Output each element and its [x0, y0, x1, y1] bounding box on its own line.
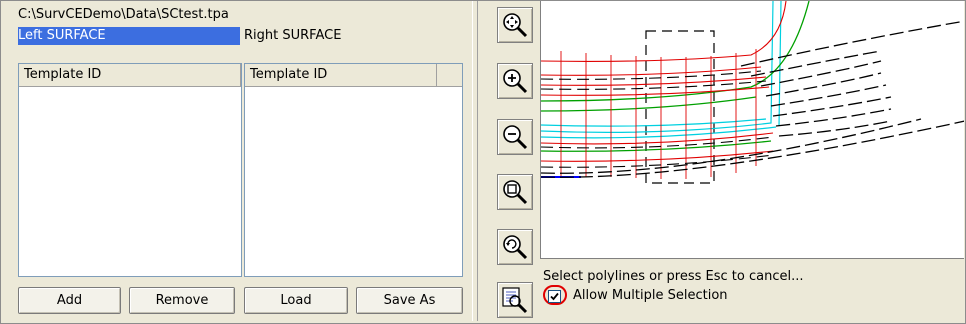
allow-multiple-label[interactable]: Allow Multiple Selection — [573, 288, 728, 303]
left-template-list[interactable]: Template ID — [18, 63, 242, 277]
left-surface-label[interactable]: Left SURFACE — [18, 27, 240, 45]
load-button[interactable]: Load — [244, 287, 348, 314]
polyline-drawing — [541, 1, 964, 184]
add-button[interactable]: Add — [18, 287, 121, 314]
right-template-id-column[interactable]: Template ID — [245, 64, 437, 86]
save-as-button[interactable]: Save As — [356, 287, 463, 314]
zoom-extents-icon — [503, 13, 528, 38]
right-list-extra-column[interactable] — [437, 64, 462, 86]
allow-multiple-checkbox[interactable] — [548, 290, 561, 303]
zoom-extents-button[interactable] — [497, 7, 533, 43]
zoom-out-button[interactable] — [497, 119, 533, 155]
template-panel: C:\SurvCEDemo\Data\SCtest.tpa Left SURFA… — [1, 1, 471, 321]
zoom-previous-icon — [503, 235, 528, 260]
zoom-in-button[interactable] — [497, 63, 533, 99]
left-template-id-column[interactable]: Template ID — [19, 64, 241, 86]
zoom-in-icon — [503, 69, 528, 94]
remove-button[interactable]: Remove — [129, 287, 235, 314]
select-polyline-button[interactable] — [497, 282, 533, 318]
checkmark-icon — [550, 292, 559, 301]
right-surface-label[interactable]: Right SURFACE — [244, 27, 341, 45]
zoom-window-button[interactable] — [497, 174, 533, 210]
zoom-previous-button[interactable] — [497, 229, 533, 265]
file-path: C:\SurvCEDemo\Data\SCtest.tpa — [18, 7, 229, 22]
select-icon — [502, 287, 528, 314]
zoom-out-icon — [503, 125, 528, 150]
right-list-header: Template ID — [245, 64, 462, 87]
right-template-list[interactable]: Template ID — [244, 63, 463, 277]
plan-view-canvas[interactable] — [540, 1, 964, 259]
view-toolbar — [479, 1, 539, 321]
command-prompt: Select polylines or press Esc to cancel.… — [543, 269, 804, 284]
left-list-header: Template ID — [19, 64, 241, 87]
zoom-window-icon — [503, 180, 528, 205]
panel-divider[interactable] — [472, 1, 478, 321]
